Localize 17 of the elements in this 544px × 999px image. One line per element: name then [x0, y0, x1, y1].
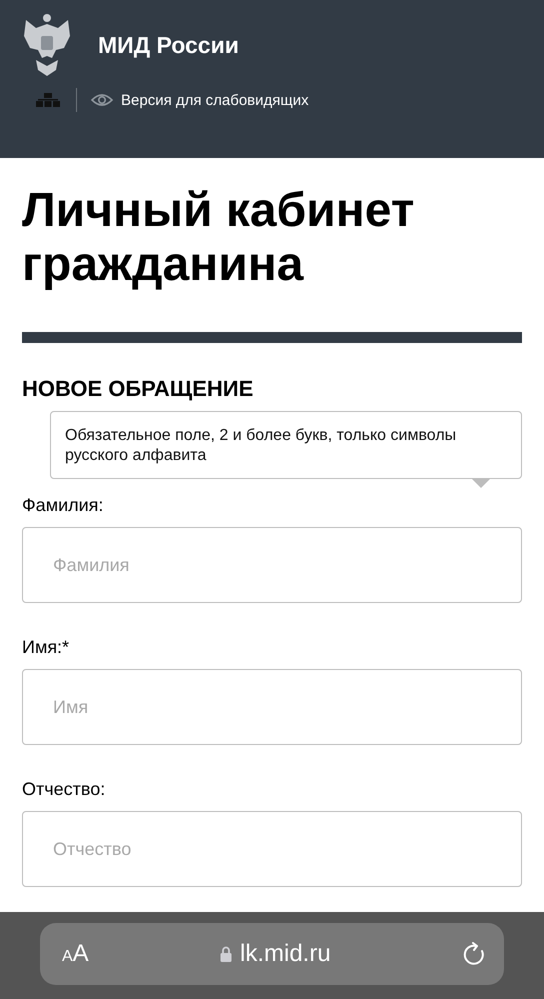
address-bar[interactable]: AA lk.mid.ru: [40, 923, 504, 985]
field-label: Имя:*: [22, 636, 70, 659]
page-title: Личный кабинет гражданина: [22, 184, 416, 292]
lock-icon: [220, 946, 232, 962]
eye-icon: [91, 93, 113, 107]
url-text: lk.mid.ru: [240, 940, 331, 968]
input-field[interactable]: Отчество: [22, 811, 522, 887]
accessibility-link[interactable]: Версия для слабовидящих: [121, 92, 309, 108]
text-size-button[interactable]: AA: [62, 940, 89, 968]
reload-icon[interactable]: [462, 942, 486, 966]
field-label: Отчество:: [22, 778, 106, 801]
site-title[interactable]: МИД России: [98, 32, 239, 58]
input-field[interactable]: Фамилия: [22, 527, 522, 603]
section-title: НОВОЕ ОБРАЩЕНИЕ: [22, 375, 254, 403]
input-field[interactable]: Имя: [22, 669, 522, 745]
tooltip-arrow-icon: [471, 478, 491, 488]
field-label: Фамилия:: [22, 494, 104, 517]
